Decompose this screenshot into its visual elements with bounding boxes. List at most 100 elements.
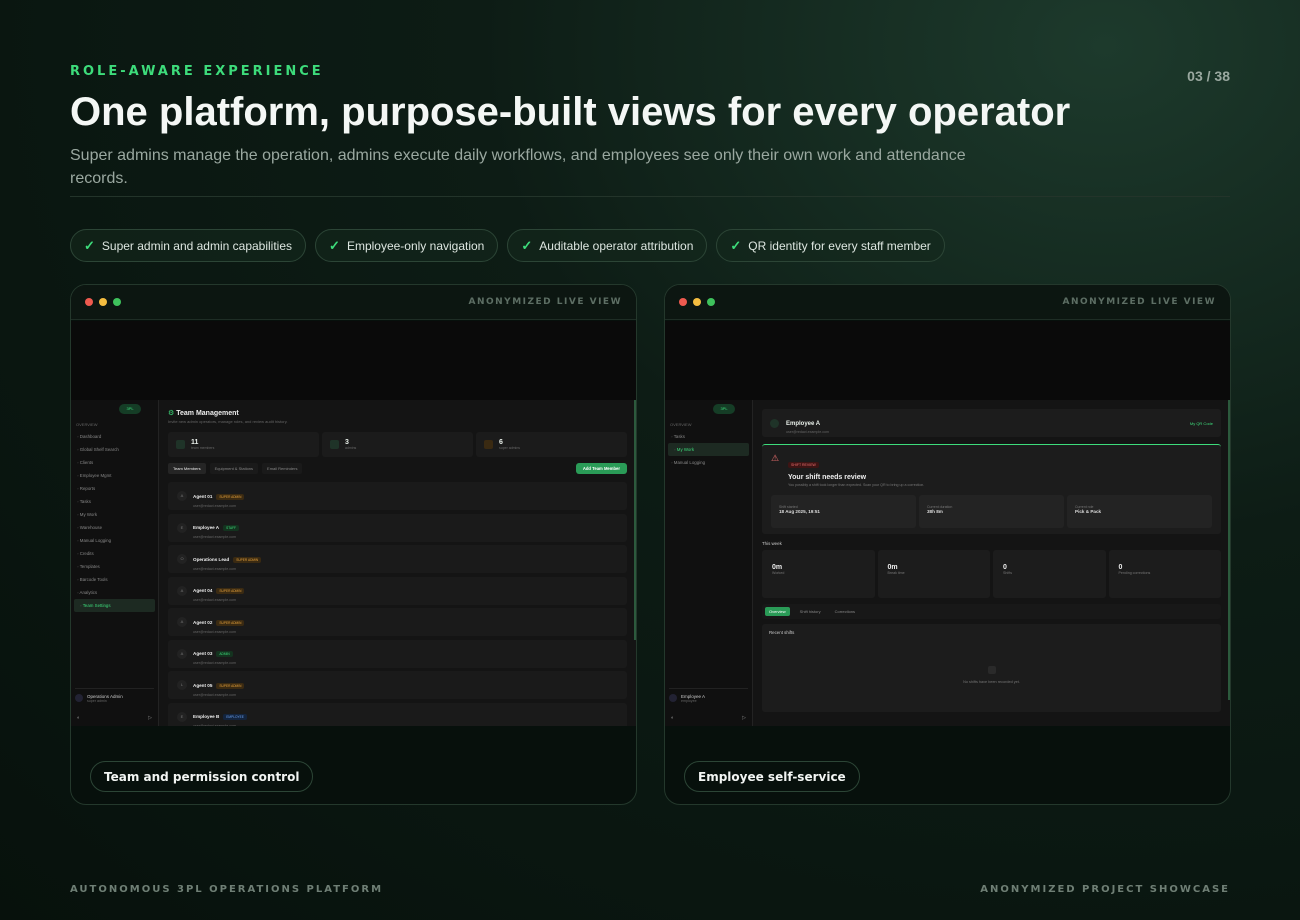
- member-email: user@redact.example.com: [193, 503, 236, 508]
- card-caption: Employee self-service: [684, 761, 860, 792]
- recent-shifts-title: Recent shifts: [769, 630, 795, 635]
- week-stat: 0m Worked: [762, 550, 875, 598]
- sidebar-item[interactable]: Team Settings: [74, 599, 155, 612]
- sidebar-item[interactable]: Templates: [71, 560, 158, 573]
- page-title: One platform, purpose-built views for ev…: [70, 90, 1071, 134]
- sidebar-item[interactable]: Dashboard: [71, 430, 158, 443]
- sidebar-section: OVERVIEW: [76, 422, 98, 427]
- sidebar: 3PL OVERVIEW TasksMy WorkManual Logging …: [665, 400, 753, 726]
- shield-icon: [330, 440, 339, 449]
- avatar: [75, 694, 83, 702]
- avatar: [770, 418, 779, 428]
- sidebar-item[interactable]: Credits: [71, 547, 158, 560]
- sidebar-item[interactable]: Manual Logging: [665, 456, 752, 469]
- avatar: A: [177, 648, 187, 659]
- tab-equipment[interactable]: Equipment & Stations: [209, 463, 259, 474]
- feature-pill: ✓ Auditable operator attribution: [507, 229, 708, 262]
- panel-title: Team Management: [168, 409, 627, 417]
- feature-pill: ✓ Super admin and admin capabilities: [70, 229, 307, 262]
- app-logo: 3PL: [713, 404, 735, 414]
- add-team-member-button[interactable]: Add Team Member: [575, 463, 627, 474]
- member-name: Agent 03: [193, 651, 213, 656]
- table-row[interactable]: E Employee B EMPLOYEE user@redact.example.c…: [168, 702, 627, 726]
- scrollbar[interactable]: [1228, 400, 1230, 700]
- maximize-dot-icon: [707, 298, 715, 306]
- admin-screenshot: 3PL OVERVIEW DashboardGlobal Shelf Searc…: [71, 321, 636, 726]
- table-row[interactable]: A Agent 03 ADMIN user@redact.example.com: [168, 639, 627, 668]
- member-email: user@redact.example.com: [193, 535, 236, 539]
- sidebar-item[interactable]: My Work: [71, 508, 158, 521]
- check-icon: ✓: [730, 237, 742, 253]
- team-management-panel: Team Management Invite new admin operato…: [159, 400, 636, 726]
- warning-icon: ⚠: [771, 453, 780, 463]
- sidebar-item[interactable]: Barcode Tools: [71, 573, 158, 586]
- table-row[interactable]: E Employee A STAFF user@redact.example.com: [168, 513, 627, 542]
- theme-icon[interactable]: ◐: [77, 715, 80, 721]
- avatar: A: [177, 491, 187, 501]
- my-work-panel: Employee Auser@redact.example.com My QR …: [753, 400, 1230, 726]
- sidebar-item[interactable]: Clients: [71, 456, 158, 469]
- table-row[interactable]: A Agent 04 SUPER ADMIN user@redact.example.…: [168, 576, 627, 605]
- role-badge: SUPER ADMIN: [216, 619, 245, 626]
- recent-shifts: Recent shifts No shifts have been record…: [762, 624, 1221, 712]
- alert-title: Your shift needs review: [788, 474, 867, 481]
- tab-email-reminders[interactable]: Email Reminders: [262, 463, 303, 474]
- shift-info: Shift started 18 Aug 2025, 19:51: [771, 495, 916, 528]
- app-logo: 3PL: [119, 404, 141, 414]
- team-icon: [176, 440, 185, 449]
- stat-card: 6 super admins: [476, 432, 627, 457]
- sidebar-item[interactable]: Tasks: [71, 495, 158, 508]
- header-divider: [70, 196, 1230, 197]
- check-icon: ✓: [521, 237, 533, 253]
- avatar: A: [177, 585, 187, 596]
- member-name: Operations Lead: [193, 556, 230, 562]
- avatar: E: [177, 711, 187, 722]
- shift-info: Current role Pick & Pack: [1067, 495, 1212, 528]
- avatar: E: [177, 522, 187, 533]
- member-email: user@redact.example.com: [193, 692, 236, 697]
- qr-code-link[interactable]: My QR Code: [1190, 421, 1213, 426]
- live-view-label: ANONYMIZED LIVE VIEW: [1062, 297, 1216, 307]
- role-badge: EMPLOYEE: [223, 714, 247, 720]
- employee-screenshot: 3PL OVERVIEW TasksMy WorkManual Logging …: [665, 321, 1230, 726]
- check-icon: ✓: [84, 237, 95, 253]
- tab-corrections[interactable]: Corrections: [831, 607, 859, 616]
- member-name: Agent 01: [193, 493, 213, 499]
- role-badge: SUPER ADMIN: [216, 682, 245, 689]
- table-row[interactable]: A Agent 02 SUPER ADMIN user@redact.example.…: [168, 608, 627, 636]
- collapse-icon[interactable]: ▷: [742, 715, 746, 721]
- feature-pills: ✓ Super admin and admin capabilities ✓ Emp…: [70, 229, 945, 262]
- sidebar-controls: ◐ ▷: [671, 715, 746, 721]
- empty-state-icon: [987, 666, 996, 674]
- sidebar-item[interactable]: Global Shelf Search: [71, 443, 158, 456]
- sidebar-item[interactable]: Reports: [71, 482, 158, 495]
- week-stat: 0 Pending corrections: [1108, 550, 1221, 598]
- employee-header: Employee Auser@redact.example.com My QR …: [762, 409, 1221, 437]
- table-row[interactable]: L Agent 05 SUPER ADMIN user@redact.example.…: [168, 671, 627, 699]
- scrollbar[interactable]: [634, 400, 636, 640]
- collapse-icon[interactable]: ▷: [148, 715, 152, 721]
- tab-shift-history[interactable]: Shift history: [796, 607, 825, 616]
- current-user[interactable]: Operations Admin super admin: [75, 688, 154, 708]
- sidebar-item[interactable]: Warehouse: [71, 521, 158, 534]
- role-badge: SUPER ADMIN: [233, 556, 262, 563]
- member-name: Agent 05: [193, 682, 213, 688]
- footer-left: AUTONOMOUS 3PL OPERATIONS PLATFORM: [70, 884, 384, 895]
- table-row[interactable]: A Agent 01 SUPER ADMIN user@redact.example.…: [168, 482, 627, 510]
- sidebar-item[interactable]: My Work: [668, 443, 749, 456]
- sidebar-controls: ◐ ▷: [77, 715, 152, 721]
- shift-review-alert: ⚠ SHIFT REVIEW Your shift needs review Y…: [762, 444, 1221, 534]
- sidebar-item[interactable]: Tasks: [665, 430, 752, 443]
- close-dot-icon: [679, 298, 687, 306]
- theme-icon[interactable]: ◐: [671, 715, 674, 721]
- tab-team-members[interactable]: Team Members: [168, 463, 206, 474]
- member-email: user@redact.example.com: [193, 629, 236, 634]
- table-row[interactable]: O Operations Lead SUPER ADMIN user@redact.e…: [168, 545, 627, 573]
- week-stat: 0 Shifts: [993, 550, 1106, 598]
- sidebar-item[interactable]: Employee Mgmt: [71, 469, 158, 482]
- sidebar-item[interactable]: Analytics: [71, 586, 158, 599]
- tab-overview[interactable]: Overview: [765, 607, 790, 616]
- current-user[interactable]: Employee Aemployee: [669, 688, 748, 708]
- sidebar-item[interactable]: Manual Logging: [71, 534, 158, 547]
- close-dot-icon: [85, 298, 93, 306]
